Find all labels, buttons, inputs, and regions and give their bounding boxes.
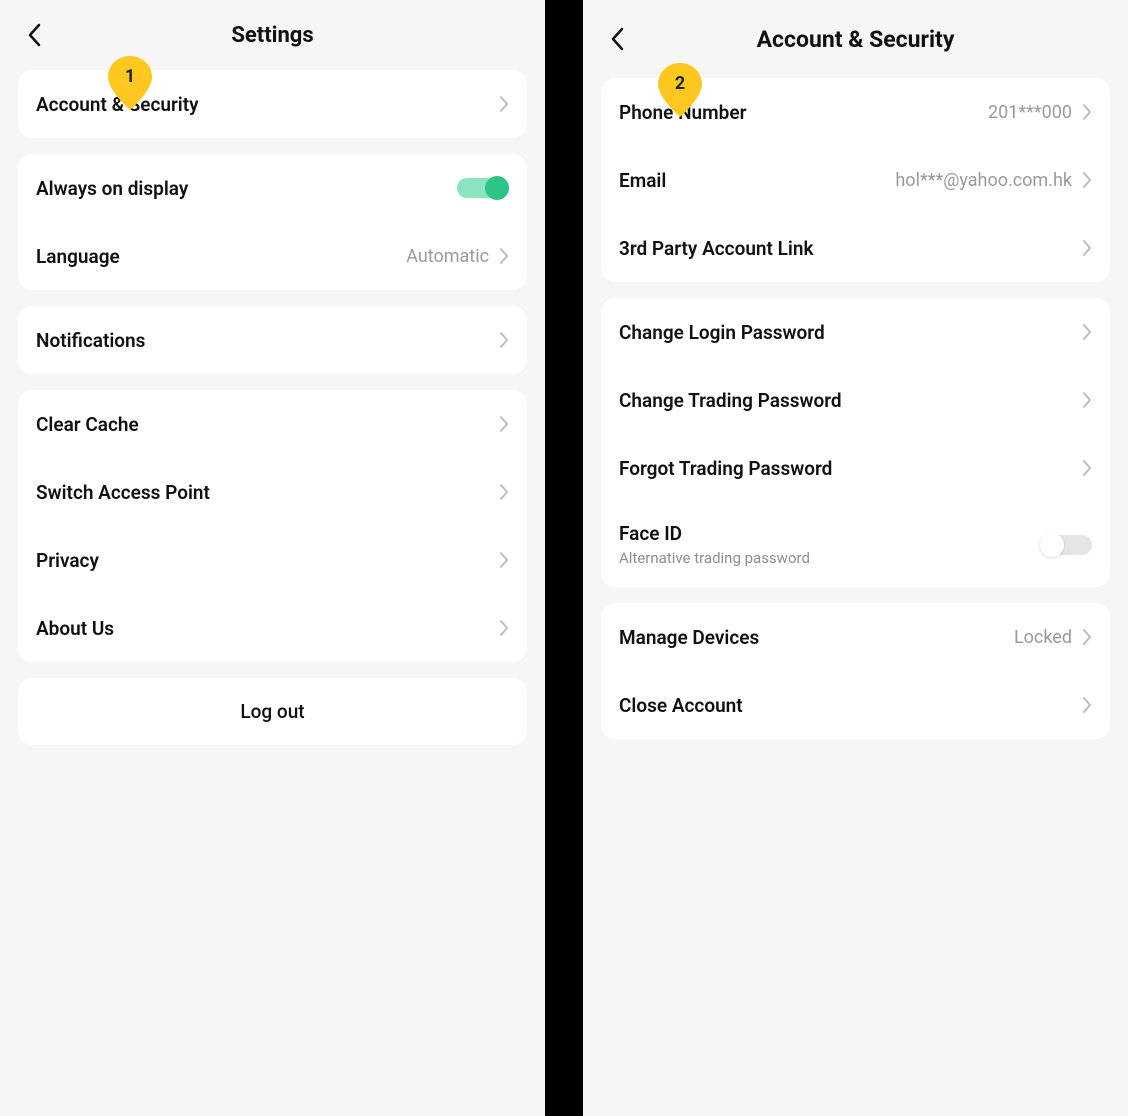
row-clear-cache[interactable]: Clear Cache bbox=[18, 390, 527, 458]
chevron-right-icon bbox=[1082, 628, 1092, 646]
row-label: Face ID bbox=[619, 522, 810, 545]
row-account-security[interactable]: Account & Security bbox=[18, 70, 527, 138]
account-group-passwords: Change Login Password Change Trading Pas… bbox=[601, 298, 1110, 587]
row-label: Always on display bbox=[36, 177, 188, 200]
row-label: About Us bbox=[36, 617, 114, 640]
row-face-id[interactable]: Face ID Alternative trading password bbox=[601, 502, 1110, 587]
settings-group-system: Clear Cache Switch Access Point Privacy … bbox=[18, 390, 527, 662]
chevron-left-icon bbox=[610, 27, 624, 51]
chevron-right-icon bbox=[1082, 696, 1092, 714]
settings-screen: 1 Settings Account & Security Always on … bbox=[0, 0, 545, 1116]
chevron-right-icon bbox=[499, 247, 509, 265]
chevron-right-icon bbox=[1082, 391, 1092, 409]
chevron-left-icon bbox=[27, 23, 41, 47]
back-button[interactable] bbox=[18, 19, 50, 51]
row-email[interactable]: Email hol***@yahoo.com.hk bbox=[601, 146, 1110, 214]
row-switch-access-point[interactable]: Switch Access Point bbox=[18, 458, 527, 526]
chevron-right-icon bbox=[499, 415, 509, 433]
row-privacy[interactable]: Privacy bbox=[18, 526, 527, 594]
row-label: Change Trading Password bbox=[619, 389, 842, 412]
chevron-right-icon bbox=[1082, 323, 1092, 341]
always-on-toggle[interactable] bbox=[457, 174, 509, 202]
row-label: Email bbox=[619, 169, 666, 192]
manage-devices-value: Locked bbox=[1014, 627, 1072, 648]
chevron-right-icon bbox=[499, 619, 509, 637]
back-button[interactable] bbox=[601, 23, 633, 55]
account-security-screen: 2 Account & Security Phone Number 201***… bbox=[583, 0, 1128, 1116]
row-label: Change Login Password bbox=[619, 321, 825, 344]
row-about-us[interactable]: About Us bbox=[18, 594, 527, 662]
row-label: Phone Number bbox=[619, 101, 746, 124]
row-close-account[interactable]: Close Account bbox=[601, 671, 1110, 739]
chevron-right-icon bbox=[1082, 171, 1092, 189]
row-phone-number[interactable]: Phone Number 201***000 bbox=[601, 78, 1110, 146]
chevron-right-icon bbox=[1082, 103, 1092, 121]
row-manage-devices[interactable]: Manage Devices Locked bbox=[601, 603, 1110, 671]
chevron-right-icon bbox=[499, 551, 509, 569]
settings-group-display: Always on display Language Automatic bbox=[18, 154, 527, 290]
logout-card: Log out bbox=[18, 678, 527, 745]
row-label: Clear Cache bbox=[36, 413, 139, 436]
row-language[interactable]: Language Automatic bbox=[18, 222, 527, 290]
row-label: Forgot Trading Password bbox=[619, 457, 832, 480]
settings-group-account: Account & Security bbox=[18, 70, 527, 138]
row-change-login-password[interactable]: Change Login Password bbox=[601, 298, 1110, 366]
row-always-on-display[interactable]: Always on display bbox=[18, 154, 527, 222]
row-notifications[interactable]: Notifications bbox=[18, 306, 527, 374]
chevron-right-icon bbox=[499, 95, 509, 113]
settings-header: Settings bbox=[0, 0, 545, 70]
page-title: Settings bbox=[231, 23, 313, 48]
chevron-right-icon bbox=[1082, 459, 1092, 477]
row-label: 3rd Party Account Link bbox=[619, 237, 814, 260]
row-label: Notifications bbox=[36, 329, 145, 352]
row-label: Manage Devices bbox=[619, 626, 759, 649]
account-header: Account & Security bbox=[583, 0, 1128, 78]
email-value: hol***@yahoo.com.hk bbox=[895, 170, 1072, 191]
face-id-toggle[interactable] bbox=[1040, 531, 1092, 559]
row-third-party-link[interactable]: 3rd Party Account Link bbox=[601, 214, 1110, 282]
row-label: Privacy bbox=[36, 549, 99, 572]
row-label: Close Account bbox=[619, 694, 743, 717]
language-value: Automatic bbox=[406, 246, 489, 267]
row-label: Switch Access Point bbox=[36, 481, 210, 504]
row-sublabel: Alternative trading password bbox=[619, 549, 810, 567]
account-group-identity: Phone Number 201***000 Email hol***@yaho… bbox=[601, 78, 1110, 282]
phone-value: 201***000 bbox=[988, 102, 1072, 123]
page-title: Account & Security bbox=[757, 26, 955, 53]
chevron-right-icon bbox=[1082, 239, 1092, 257]
chevron-right-icon bbox=[499, 483, 509, 501]
settings-group-notifications: Notifications bbox=[18, 306, 527, 374]
row-forgot-trading-password[interactable]: Forgot Trading Password bbox=[601, 434, 1110, 502]
logout-button[interactable]: Log out bbox=[18, 678, 527, 745]
screenshot-divider bbox=[545, 0, 583, 1116]
row-label: Account & Security bbox=[36, 93, 199, 116]
row-label: Language bbox=[36, 245, 120, 268]
account-group-devices: Manage Devices Locked Close Account bbox=[601, 603, 1110, 739]
chevron-right-icon bbox=[499, 331, 509, 349]
row-change-trading-password[interactable]: Change Trading Password bbox=[601, 366, 1110, 434]
